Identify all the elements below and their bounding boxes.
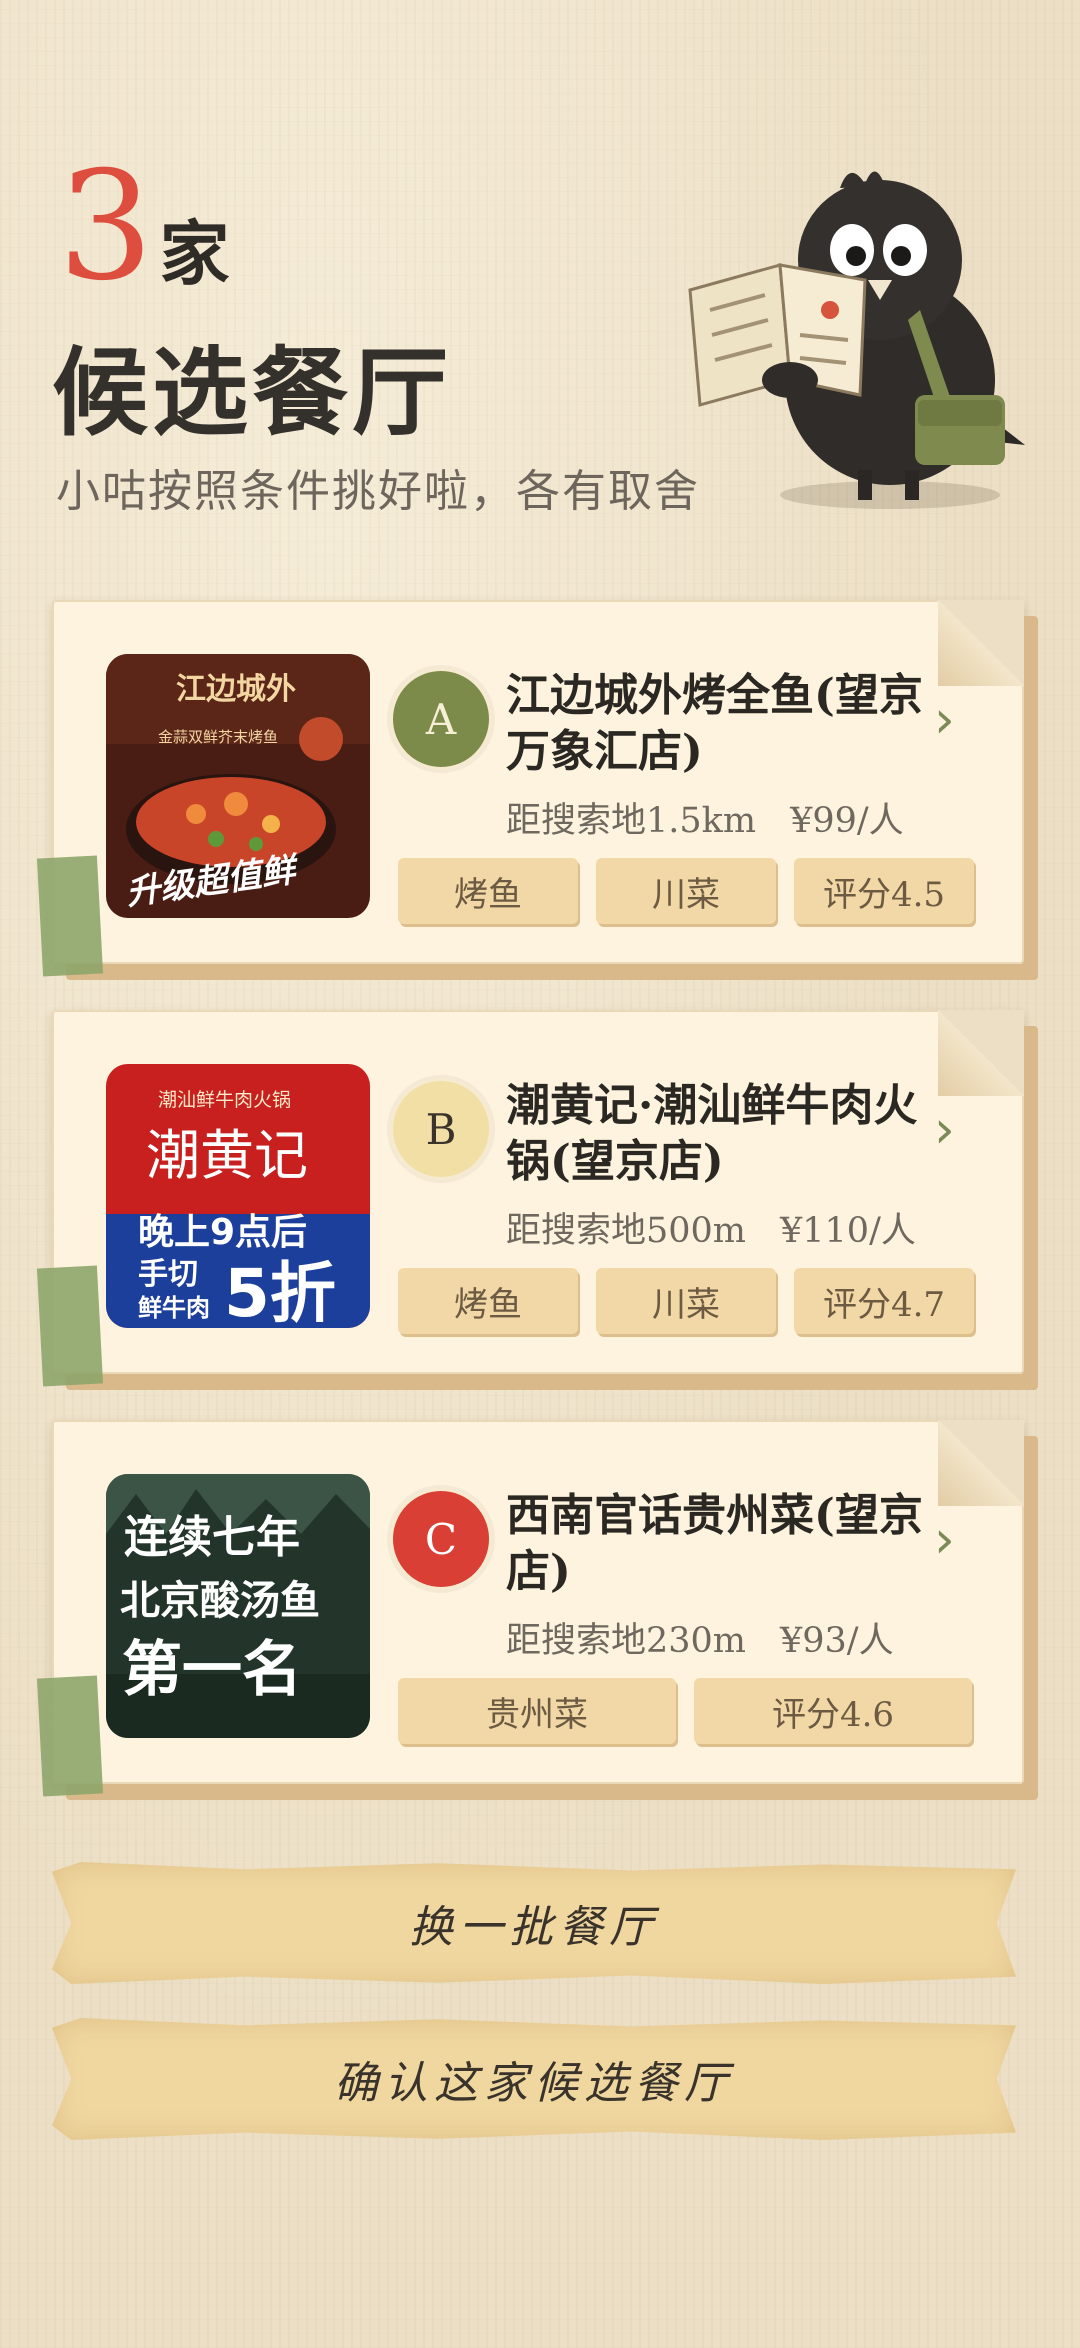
rank-badge: C [390, 1488, 492, 1590]
page-fold-decoration [938, 1420, 1024, 1506]
tag: 评分4.6 [694, 1678, 972, 1744]
restaurant-card-c[interactable]: 连续七年 北京酸汤鱼 第一名 C 西南官话贵州菜(望京店) 距搜索地230m ¥9… [36, 1420, 1024, 1797]
restaurant-name: 江边城外烤全鱼(望京万象汇店) [506, 670, 923, 777]
image-text: 潮黄记 [146, 1124, 308, 1187]
mascot-bird-illustration [680, 140, 1030, 520]
image-text: 晚上9点后 [138, 1212, 307, 1253]
tag: 川菜 [596, 858, 776, 924]
tag: 评分4.5 [794, 858, 974, 924]
tag: 烤鱼 [398, 858, 578, 924]
price-text: ¥99/人 [790, 801, 904, 841]
tag-list: 贵州菜 评分4.6 [398, 1678, 972, 1744]
restaurant-name: 西南官话贵州菜(望京店) [506, 1490, 923, 1597]
page-fold-decoration [938, 600, 1024, 686]
badge-letter: A [425, 694, 457, 744]
restaurant-meta: 距搜索地1.5km ¥99/人 [506, 792, 904, 843]
chevron-right-icon[interactable]: › [934, 1100, 955, 1160]
rank-badge: A [390, 668, 492, 770]
chevron-right-icon[interactable]: › [934, 690, 955, 750]
tape-decoration [36, 1265, 104, 1387]
count-unit: 家 [159, 212, 230, 295]
restaurant-card-a[interactable]: 江边城外 金蒜双鲜芥末烤鱼 升级超值鲜 A 江边城外烤全鱼(望京万象汇店) 距搜… [36, 600, 1024, 977]
tag: 贵州菜 [398, 1678, 676, 1744]
restaurant-image: 连续七年 北京酸汤鱼 第一名 [106, 1474, 370, 1738]
image-text: 江边城外 [176, 672, 296, 707]
page-subtitle: 小咕按照条件挑好啦，各有取舍 [56, 466, 700, 517]
tag-list: 烤鱼 川菜 评分4.7 [398, 1268, 974, 1334]
tag-list: 烤鱼 川菜 评分4.5 [398, 858, 974, 924]
page-title: 候选餐厅 [52, 336, 452, 449]
image-text: 连续七年 [124, 1512, 300, 1563]
distance-text: 距搜索地500m [506, 1211, 746, 1251]
restaurant-meta: 距搜索地230m ¥93/人 [506, 1612, 894, 1663]
price-text: ¥93/人 [780, 1621, 894, 1661]
tag: 川菜 [596, 1268, 776, 1334]
candidate-count: 3 家 [58, 152, 229, 302]
image-text: 第一名 [122, 1635, 302, 1705]
badge-letter: C [424, 1514, 458, 1564]
distance-text: 距搜索地1.5km [506, 801, 757, 841]
image-text: 潮汕鲜牛肉火锅 [158, 1089, 291, 1111]
badge-letter: B [425, 1104, 457, 1154]
restaurant-image: 潮汕鲜牛肉火锅 潮黄记 晚上9点后 手切 鲜牛肉 5折 [106, 1064, 370, 1328]
restaurant-image: 江边城外 金蒜双鲜芥末烤鱼 升级超值鲜 [106, 654, 370, 918]
refresh-restaurants-button[interactable]: 换一批餐厅 [52, 1862, 1016, 1984]
page-fold-decoration [938, 1010, 1024, 1096]
image-text: 金蒜双鲜芥末烤鱼 [158, 728, 278, 746]
restaurant-name: 潮黄记·潮汕鲜牛肉火锅(望京店) [506, 1080, 918, 1187]
image-text: 鲜牛肉 [138, 1294, 210, 1322]
rank-badge: B [390, 1078, 492, 1180]
price-text: ¥110/人 [780, 1211, 916, 1251]
distance-text: 距搜索地230m [506, 1621, 746, 1661]
count-number: 3 [58, 140, 154, 314]
tape-decoration [36, 855, 104, 977]
image-text: 北京酸汤鱼 [120, 1578, 320, 1624]
restaurant-card-b[interactable]: 潮汕鲜牛肉火锅 潮黄记 晚上9点后 手切 鲜牛肉 5折 B 潮黄记·潮汕鲜牛肉火… [36, 1010, 1024, 1387]
restaurant-meta: 距搜索地500m ¥110/人 [506, 1202, 916, 1253]
image-text: 5折 [224, 1255, 336, 1328]
confirm-restaurant-button[interactable]: 确认这家候选餐厅 [52, 2018, 1016, 2140]
tag: 评分4.7 [794, 1268, 974, 1334]
image-text: 手切 [138, 1257, 198, 1292]
chevron-right-icon[interactable]: › [934, 1510, 955, 1570]
tag: 烤鱼 [398, 1268, 578, 1334]
tape-decoration [36, 1675, 104, 1797]
